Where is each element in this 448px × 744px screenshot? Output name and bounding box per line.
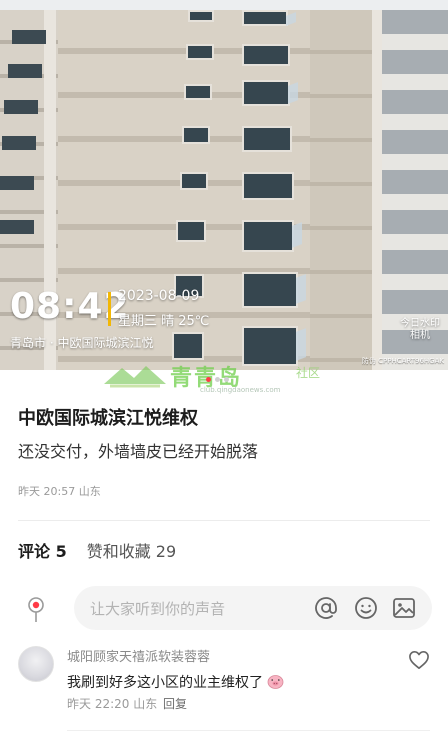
comment-username[interactable]: 城阳顾家天禧派软装蓉蓉	[67, 646, 210, 665]
window	[8, 64, 42, 78]
carousel-dot	[215, 377, 220, 382]
post-body: 还没交付，外墙墙皮已经开始脱落	[18, 442, 259, 461]
avatar[interactable]	[18, 646, 54, 682]
site-tag: 社区	[296, 366, 321, 380]
mention-icon[interactable]	[314, 596, 338, 620]
carousel-dot	[224, 377, 229, 382]
comment-input-placeholder: 让大家听到你的声音	[90, 600, 226, 618]
window	[12, 30, 46, 44]
post-title: 中欧国际城滨江悦维权	[18, 408, 198, 429]
window	[242, 172, 294, 200]
comment-time-location: 昨天 22:20 山东	[67, 697, 158, 711]
comment-meta: 昨天 22:20 山东 回复	[67, 695, 187, 712]
camera-brand-top: 今日水印	[400, 318, 440, 329]
divider	[18, 520, 430, 521]
window	[180, 172, 208, 190]
location-pin-icon[interactable]	[26, 597, 46, 623]
carousel-dot-active	[206, 377, 211, 382]
building-right	[372, 10, 448, 370]
divider	[67, 730, 430, 731]
tab-comments[interactable]: 评论 5	[18, 538, 67, 562]
comment-text: 我刷到好多这小区的业主维权了	[67, 672, 284, 692]
emoji-icon[interactable]	[354, 596, 378, 620]
window	[2, 136, 36, 150]
window-open	[242, 220, 294, 252]
comment-tabs: 评论 5 赞和收藏 29	[18, 538, 176, 562]
window	[176, 220, 206, 242]
camera-brand: 今日水印 相机	[400, 318, 440, 342]
post-image[interactable]: 08:42 2023-08-09 星期三 晴 25℃ 青岛市 · 中欧国际城滨江…	[0, 0, 448, 370]
tab-likes-favorites[interactable]: 赞和收藏 29	[87, 538, 176, 562]
building-column	[372, 10, 382, 370]
window	[184, 84, 212, 100]
window	[242, 126, 292, 152]
window	[0, 176, 34, 190]
comment-input[interactable]: 让大家听到你的声音	[74, 586, 432, 630]
stamp-location: 青岛市 · 中欧国际城滨江悦	[10, 336, 154, 350]
stamp-divider	[108, 292, 111, 326]
timestamp-overlay: 08:42 2023-08-09 星期三 晴 25℃ 青岛市 · 中欧国际城滨江…	[10, 286, 209, 350]
camera-brand-bottom: 相机	[410, 330, 430, 341]
window	[186, 44, 214, 60]
window	[4, 100, 38, 114]
window-open	[242, 272, 298, 308]
sky	[0, 0, 448, 10]
heart-icon[interactable]	[408, 650, 430, 670]
window	[172, 332, 204, 360]
security-code: 防伪 CPPHCART96HGAK	[361, 357, 444, 365]
post-meta: 昨天 20:57 山东	[18, 485, 101, 498]
site-logo-icon	[104, 366, 166, 388]
stamp-date: 2023-08-09	[118, 288, 200, 304]
window	[0, 220, 34, 234]
window	[242, 44, 290, 66]
window-open	[242, 80, 290, 106]
image-icon[interactable]	[392, 596, 416, 620]
building-middle	[310, 10, 372, 370]
pig-emoji-icon	[268, 675, 284, 689]
window-open	[242, 10, 288, 26]
window	[188, 10, 214, 22]
reply-button[interactable]: 回复	[163, 697, 187, 711]
carousel-indicator	[206, 377, 229, 382]
stamp-time: 08:42	[10, 286, 130, 327]
comment-text-content: 我刷到好多这小区的业主维权了	[67, 675, 263, 691]
stamp-weather: 星期三 晴 25℃	[118, 314, 210, 329]
site-url: club.qingdaonews.com	[200, 386, 281, 394]
window	[182, 126, 210, 144]
